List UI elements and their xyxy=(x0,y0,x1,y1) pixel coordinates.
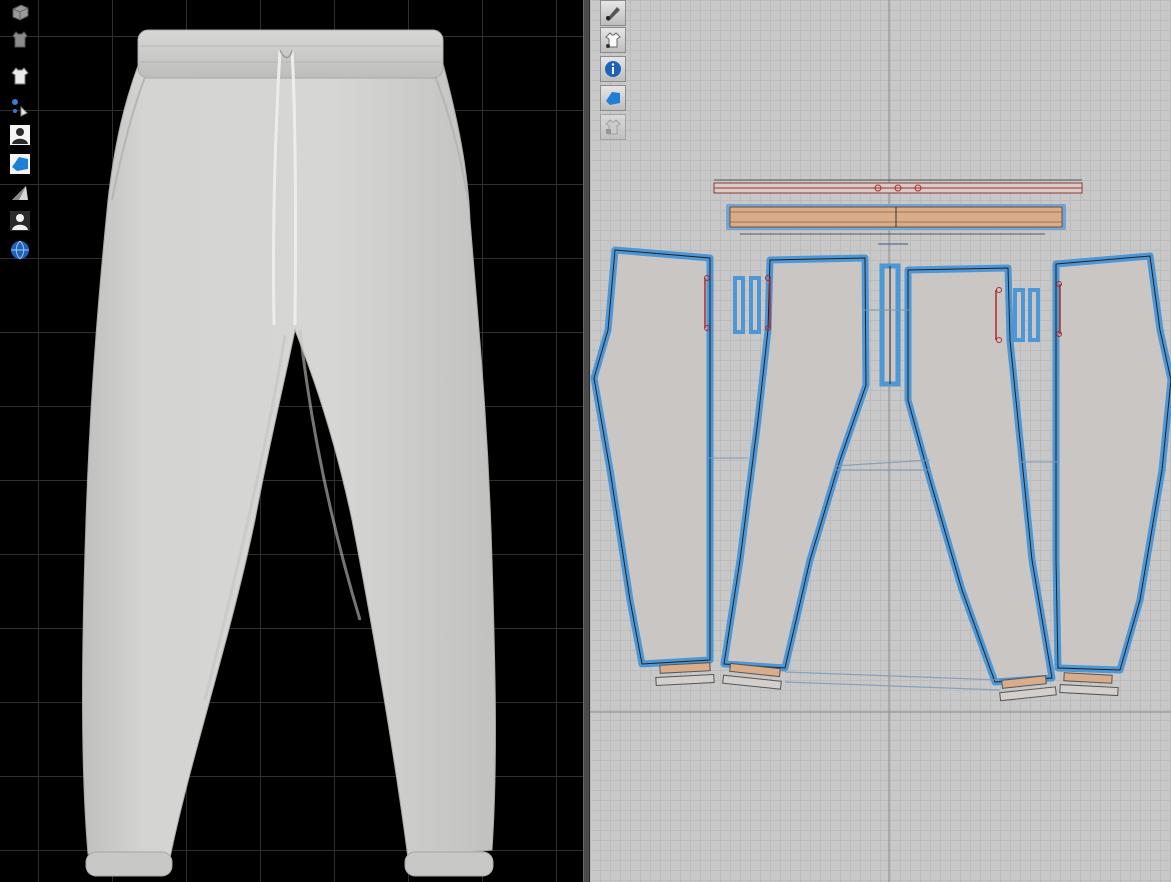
fabric-shading-icon[interactable] xyxy=(8,181,32,205)
avatar-box-icon[interactable] xyxy=(8,0,32,24)
pocket-facing-strips-right[interactable] xyxy=(1013,288,1040,342)
show-pattern-icon[interactable] xyxy=(600,85,626,111)
viewport-splitter[interactable] xyxy=(583,0,590,882)
viewport-2d[interactable] xyxy=(590,0,1171,882)
center-fly-strip[interactable] xyxy=(879,263,901,387)
waistband-pattern-top[interactable] xyxy=(713,179,1083,194)
pattern-piece-front-right[interactable] xyxy=(1052,252,1171,674)
pocket-facing-strips-left[interactable] xyxy=(733,276,761,334)
pants-body xyxy=(82,59,496,859)
pattern-piece-back-left[interactable] xyxy=(720,254,870,672)
pattern-surface-icon[interactable] xyxy=(8,152,32,176)
cuff-right xyxy=(404,851,494,877)
garment-texture-icon[interactable] xyxy=(8,27,32,51)
pattern-layout[interactable] xyxy=(590,0,1171,882)
avatar-silhouette-icon[interactable] xyxy=(8,209,32,233)
locked-garment-icon[interactable] xyxy=(600,114,626,140)
show-garment-icon[interactable] xyxy=(8,64,32,88)
pins-icon[interactable] xyxy=(8,96,32,120)
cuff-left xyxy=(85,851,173,877)
environment-globe-icon[interactable] xyxy=(8,238,32,262)
show-garment-2d-icon[interactable] xyxy=(600,27,626,53)
viewport-3d[interactable] xyxy=(0,0,583,882)
waistband-pattern-main[interactable] xyxy=(726,204,1066,235)
pattern-piece-front-left[interactable] xyxy=(590,246,714,668)
show-avatar-icon[interactable] xyxy=(8,123,32,147)
info-icon[interactable] xyxy=(600,56,626,82)
cuff-pattern-4[interactable] xyxy=(1059,672,1119,697)
garment-3d-view[interactable] xyxy=(0,0,583,882)
edit-pattern-icon[interactable] xyxy=(600,0,626,26)
cuff-pattern-1[interactable] xyxy=(655,662,715,687)
